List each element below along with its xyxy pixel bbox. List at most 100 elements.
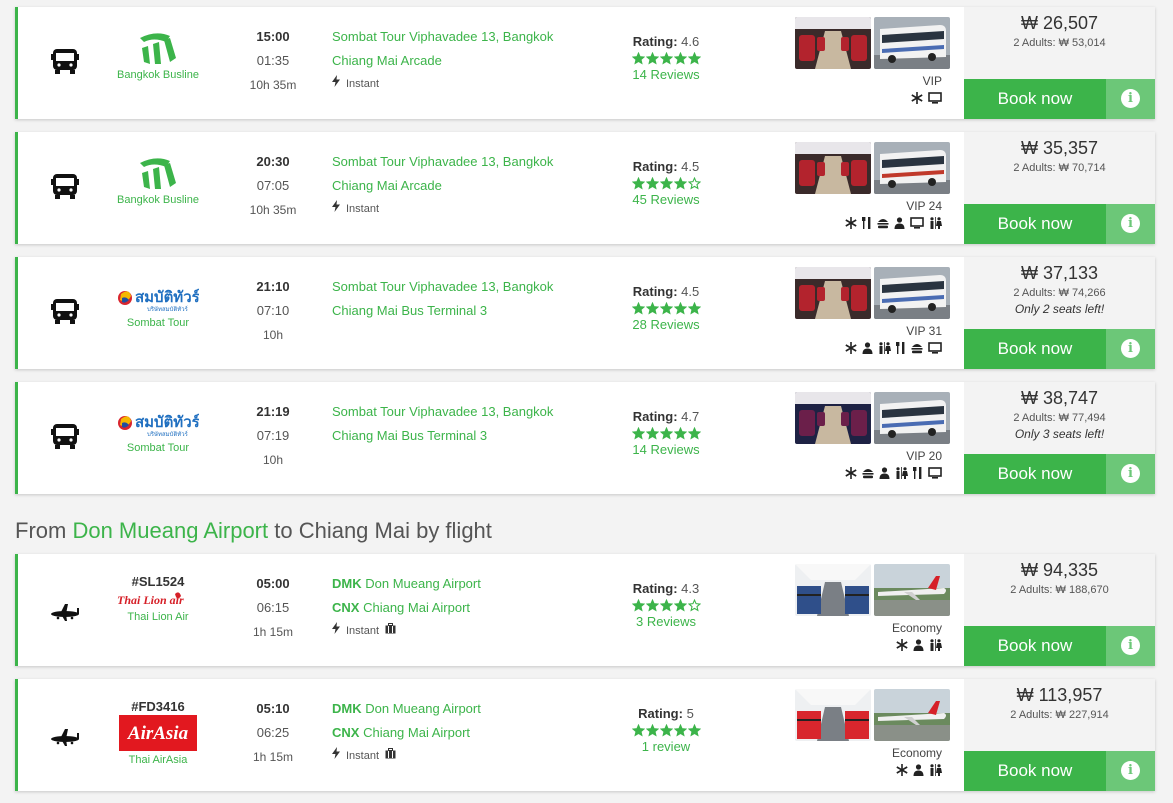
price-adults: 2 Adults: ₩ 227,914 bbox=[1010, 709, 1109, 721]
price-box: ₩ 35,357 2 Adults: ₩ 70,714 Book now i bbox=[964, 132, 1155, 244]
reviews-link[interactable]: 28 Reviews bbox=[616, 317, 716, 332]
operator-name[interactable]: Thai AirAsia bbox=[113, 754, 203, 766]
info-button[interactable]: i bbox=[1106, 329, 1155, 369]
times: 21:19 07:19 10h bbox=[238, 400, 308, 472]
luggage-icon bbox=[385, 745, 396, 767]
utensils-icon bbox=[862, 216, 872, 234]
svg-text:AirAsia: AirAsia bbox=[127, 723, 189, 744]
reviews-link[interactable]: 45 Reviews bbox=[616, 192, 716, 207]
reviews-link[interactable]: 1 review bbox=[616, 739, 716, 754]
departure-name: Sombat Tour Viphavadee 13, Bangkok bbox=[332, 29, 554, 44]
info-button[interactable]: i bbox=[1106, 204, 1155, 244]
result-card: สมบัติทัวร์ บริษัทสมบัติทัวร์ Sombat Tour 2… bbox=[15, 257, 1155, 369]
snowflake-icon bbox=[845, 341, 857, 359]
class-label: VIP 20 bbox=[906, 449, 942, 463]
operator-name[interactable]: Sombat Tour bbox=[113, 442, 203, 454]
section-heading: From Don Mueang Airport to Chiang Mai by… bbox=[15, 518, 492, 544]
arrival-stop[interactable]: Chiang Mai Arcade bbox=[332, 174, 612, 198]
book-now-button[interactable]: Book now bbox=[964, 454, 1106, 494]
departure-stop[interactable]: Sombat Tour Viphavadee 13, Bangkok bbox=[332, 400, 612, 424]
vehicle-photo[interactable] bbox=[874, 142, 950, 194]
price: ₩ 113,957 bbox=[1016, 685, 1103, 705]
departure-stop[interactable]: Sombat Tour Viphavadee 13, Bangkok bbox=[332, 150, 612, 174]
arrival-name: Chiang Mai Arcade bbox=[332, 178, 442, 193]
arrival-time: 01:35 bbox=[256, 53, 290, 68]
book-now-button[interactable]: Book now bbox=[964, 329, 1106, 369]
info-button[interactable]: i bbox=[1106, 79, 1155, 119]
bus-icon bbox=[48, 172, 82, 202]
vehicle-photo[interactable] bbox=[795, 689, 871, 741]
price-adults: 2 Adults: ₩ 53,014 bbox=[1013, 37, 1106, 49]
info-button[interactable]: i bbox=[1106, 626, 1155, 666]
arrival-stop[interactable]: Chiang Mai Bus Terminal 3 bbox=[332, 424, 612, 448]
svg-text:บริษัทสมบัติทัวร์: บริษัทสมบัติทัวร์ bbox=[147, 430, 189, 438]
departure-name: Don Mueang Airport bbox=[365, 701, 481, 716]
class-label: VIP bbox=[922, 74, 942, 88]
reviews-link[interactable]: 14 Reviews bbox=[616, 442, 716, 457]
burger-icon bbox=[862, 466, 874, 484]
arrival-name: Chiang Mai Arcade bbox=[332, 53, 442, 68]
book-now-button[interactable]: Book now bbox=[964, 204, 1106, 244]
info-button[interactable]: i bbox=[1106, 751, 1155, 791]
operator-name[interactable]: Bangkok Busline bbox=[113, 194, 203, 206]
vehicle-photo[interactable] bbox=[874, 689, 950, 741]
departure-stop[interactable]: Sombat Tour Viphavadee 13, Bangkok bbox=[332, 25, 612, 49]
instant-confirmation: Instant bbox=[332, 620, 612, 642]
rating-line: Rating: 4.3 bbox=[616, 581, 716, 596]
duration: 10h bbox=[262, 328, 284, 342]
departure-time: 20:30 bbox=[256, 154, 290, 169]
departure-name: Sombat Tour Viphavadee 13, Bangkok bbox=[332, 154, 554, 169]
departure-stop[interactable]: DMK Don Mueang Airport bbox=[332, 697, 612, 721]
snowflake-icon bbox=[896, 763, 908, 781]
operator-name[interactable]: Bangkok Busline bbox=[113, 69, 203, 81]
departure-stop[interactable]: DMK Don Mueang Airport bbox=[332, 572, 612, 596]
seats-left: Only 2 seats left! bbox=[1014, 302, 1105, 316]
vehicle-photo[interactable] bbox=[795, 267, 871, 319]
departure-code: DMK bbox=[332, 701, 362, 716]
result-card: Bangkok Busline 15:00 01:35 10h 35m Sombat T… bbox=[15, 7, 1155, 119]
star-rating bbox=[616, 177, 716, 190]
class-label: VIP 31 bbox=[906, 324, 942, 338]
operator-name[interactable]: Thai Lion Air bbox=[113, 611, 203, 623]
arrival-stop[interactable]: CNX Chiang Mai Airport bbox=[332, 721, 612, 745]
vehicle-photo[interactable] bbox=[795, 142, 871, 194]
vehicle-photo[interactable] bbox=[795, 392, 871, 444]
book-now-button[interactable]: Book now bbox=[964, 626, 1106, 666]
svg-text:สมบัติทัวร์: สมบัติทัวร์ bbox=[135, 413, 199, 431]
rating-label: Rating: bbox=[638, 706, 683, 721]
book-now-button[interactable]: Book now bbox=[964, 751, 1106, 791]
heading-place-link[interactable]: Don Mueang Airport bbox=[72, 518, 268, 543]
arrival-stop[interactable]: Chiang Mai Bus Terminal 3 bbox=[332, 299, 612, 323]
vehicle-photo[interactable] bbox=[795, 564, 871, 616]
monitor-icon bbox=[928, 341, 942, 359]
svg-text:สมบัติทัวร์: สมบัติทัวร์ bbox=[135, 288, 199, 306]
vehicle-photo[interactable] bbox=[874, 267, 950, 319]
price-box: ₩ 113,957 2 Adults: ₩ 227,914 Book now i bbox=[964, 679, 1155, 791]
info-button[interactable]: i bbox=[1106, 454, 1155, 494]
departure-time: 05:00 bbox=[256, 576, 290, 591]
restroom-icon bbox=[895, 466, 908, 484]
vehicle-photo[interactable] bbox=[874, 17, 950, 69]
vehicle-photo[interactable] bbox=[874, 564, 950, 616]
star-rating bbox=[616, 302, 716, 315]
rating-line: Rating: 5 bbox=[616, 706, 716, 721]
operator: Bangkok Busline bbox=[113, 153, 203, 206]
amenities bbox=[798, 638, 942, 656]
class-label: VIP 24 bbox=[906, 199, 942, 213]
arrival-stop[interactable]: CNX Chiang Mai Airport bbox=[332, 596, 612, 620]
rating-label: Rating: bbox=[632, 581, 678, 596]
rating-line: Rating: 4.5 bbox=[616, 284, 716, 299]
times: 05:10 06:25 1h 15m bbox=[238, 697, 308, 769]
instant-label: Instant bbox=[346, 750, 380, 762]
departure-stop[interactable]: Sombat Tour Viphavadee 13, Bangkok bbox=[332, 275, 612, 299]
reviews-link[interactable]: 3 Reviews bbox=[616, 614, 716, 629]
vehicle-photo[interactable] bbox=[874, 392, 950, 444]
operator-name[interactable]: Sombat Tour bbox=[113, 317, 203, 329]
info-icon: i bbox=[1121, 89, 1140, 108]
arrival-stop[interactable]: Chiang Mai Arcade bbox=[332, 49, 612, 73]
vehicle-photo[interactable] bbox=[795, 17, 871, 69]
operator: #SL1524 Thai Lion air Thai Lion Air bbox=[113, 574, 203, 623]
reviews-link[interactable]: 14 Reviews bbox=[616, 67, 716, 82]
book-now-button[interactable]: Book now bbox=[964, 79, 1106, 119]
utensils-icon bbox=[896, 341, 906, 359]
